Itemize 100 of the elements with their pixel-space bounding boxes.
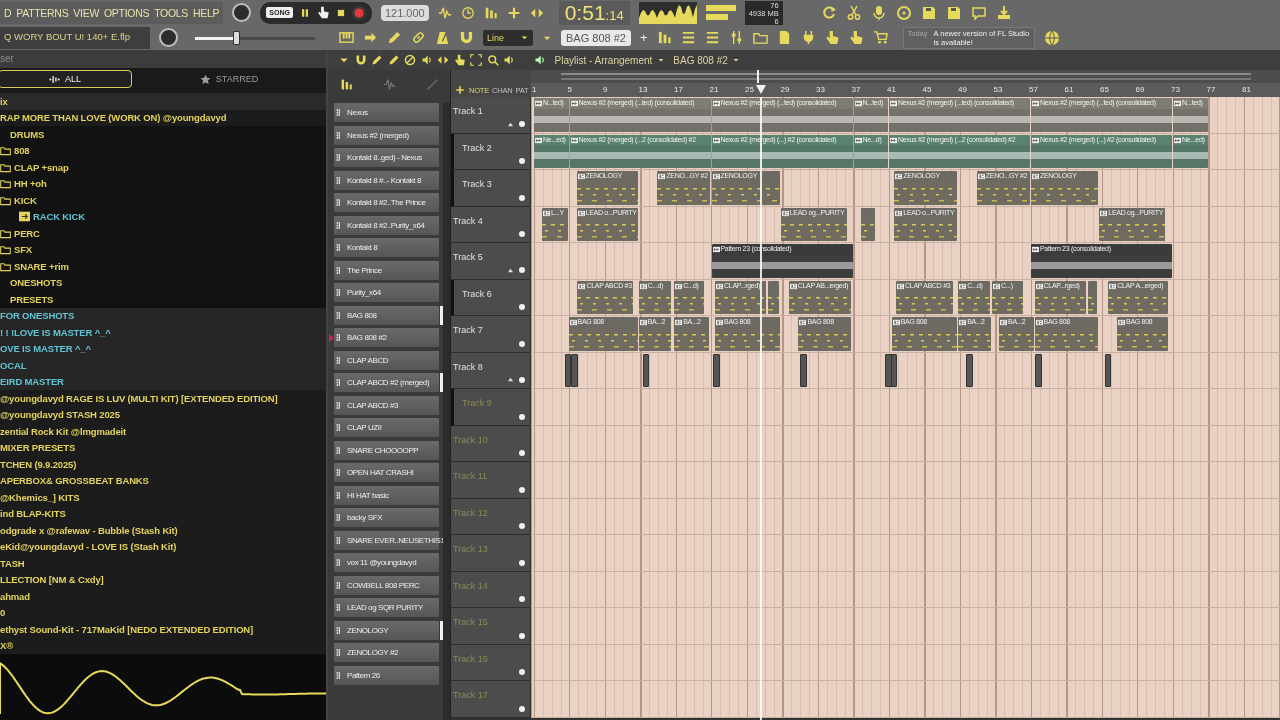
browser-item[interactable]: @Khemics_] KITS bbox=[0, 491, 80, 503]
bar-number: 41 bbox=[887, 85, 896, 94]
browser-item[interactable]: FOR ONESHOTS bbox=[0, 310, 75, 322]
browser-item[interactable]: KICK bbox=[14, 194, 37, 206]
browser-tab[interactable]: STARRED bbox=[132, 70, 326, 88]
browser-item[interactable]: TCHEN (9.9.2025) bbox=[0, 458, 77, 470]
pattern-name[interactable]: BAG 808 #2 bbox=[673, 54, 728, 66]
browser-item[interactable]: ethyst Sound-Kit - 717MaKid [NEDO EXTENDED EDITION] bbox=[0, 623, 254, 635]
channel-button[interactable]: Purity_x64 bbox=[334, 283, 439, 302]
bar-number: 21 bbox=[709, 85, 719, 94]
channel-button[interactable]: Kontakt 8 #2..The Prince bbox=[334, 193, 439, 212]
channel-button[interactable]: vox 11 @youngdavyd bbox=[334, 553, 439, 572]
menu-item[interactable]: OPTIONS bbox=[104, 6, 150, 19]
bar-number: 17 bbox=[674, 85, 683, 94]
track-header[interactable]: Track 6 bbox=[451, 279, 531, 316]
channel-button[interactable]: Kontakt 8..ged) - Nexus bbox=[334, 148, 439, 167]
browser-item[interactable]: OVE IS MASTER ^_^ bbox=[0, 343, 91, 355]
track-header[interactable]: Track 3 bbox=[451, 170, 531, 207]
track-header[interactable]: Track 2 bbox=[451, 133, 531, 170]
timeline-ruler[interactable]: 1 5 9 13 17 21 25 29 33 37 41 45 49 53 57 61 65 69 73 77 81 bbox=[531, 83, 1280, 97]
bar-number: 13 bbox=[638, 85, 648, 94]
browser-item[interactable]: MIXER PRESETS bbox=[0, 442, 76, 454]
browser-item[interactable]: ONESHOTS bbox=[10, 277, 63, 289]
channel-button[interactable]: HI HAT basic bbox=[334, 485, 439, 505]
track-header[interactable]: Track 7 bbox=[451, 316, 531, 353]
track-name: Track 17 bbox=[453, 690, 488, 700]
channel-button[interactable]: CLAP UZI! bbox=[334, 418, 439, 437]
bar-number: 37 bbox=[851, 85, 861, 94]
browser-item[interactable]: ahmad bbox=[0, 590, 30, 602]
channel-button[interactable]: BAG 808 bbox=[334, 305, 439, 325]
channel-button[interactable]: ZENOLOGY bbox=[334, 620, 439, 640]
browser-item[interactable]: odgrade x @rafewav - Bubble (Stash Kit) bbox=[0, 524, 178, 536]
track-name: Track 12 bbox=[453, 507, 488, 518]
channel-button[interactable]: Nexus bbox=[334, 103, 439, 122]
menu-item[interactable]: D bbox=[4, 6, 12, 19]
browser-item[interactable]: PERC bbox=[14, 227, 40, 239]
browser-item[interactable]: OCAL bbox=[0, 359, 27, 371]
snap-value: Line bbox=[487, 32, 504, 43]
browser-item[interactable]: RACK KICK bbox=[33, 211, 85, 223]
browser-item[interactable]: DRUMS bbox=[10, 128, 45, 140]
track-name: Track 3 bbox=[462, 179, 492, 189]
browser-item[interactable]: RAP MORE THAN LOVE (WORK ON) @youngdavyd bbox=[0, 112, 227, 124]
channel-button[interactable]: SNARE CHOOOOPP bbox=[334, 440, 439, 460]
bar-number: 45 bbox=[922, 85, 932, 94]
browser-item[interactable]: CLAP +snap bbox=[14, 161, 69, 173]
browser-item[interactable]: 808 bbox=[14, 145, 30, 157]
channel-button[interactable]: Kontakt 8 #..- Kontakt 8 bbox=[334, 170, 439, 190]
channel-button[interactable]: ZENOLOGY #2 bbox=[334, 643, 439, 662]
bar-number: 29 bbox=[780, 85, 790, 94]
track-header[interactable]: Track 4 bbox=[451, 206, 531, 243]
browser-item[interactable]: SFX bbox=[14, 244, 33, 256]
browser-item[interactable]: 0 bbox=[0, 607, 6, 619]
track-header[interactable]: Track 5 bbox=[451, 243, 531, 280]
bar-number: 65 bbox=[1100, 85, 1109, 94]
track-name: Track 10 bbox=[453, 434, 488, 445]
channel-button[interactable]: LEAD og SQR PURITY bbox=[334, 598, 439, 617]
menu-item[interactable]: VIEW bbox=[73, 6, 99, 19]
track-name: Track 14 bbox=[453, 580, 488, 591]
browser-item[interactable]: PRESETS bbox=[10, 293, 54, 305]
project-name-field[interactable]: Q WORY BOUT U! 140+ E.flp bbox=[0, 26, 150, 49]
channel-button[interactable]: BAG 808 #2 bbox=[334, 328, 439, 347]
browser-item[interactable]: LLECTION [NM & Cxdy] bbox=[0, 574, 104, 586]
browser-item[interactable]: SNARE +rim bbox=[14, 260, 69, 272]
pattern-selector[interactable]: BAG 808 #2 bbox=[561, 29, 631, 46]
browser-item[interactable]: APERBOX& GROSSBEAT BANKS bbox=[0, 475, 149, 487]
bar-number: 1 bbox=[532, 85, 537, 94]
browser-item[interactable]: EIRD MASTER bbox=[0, 376, 64, 388]
channel-button[interactable]: CLAP ABCD bbox=[334, 350, 439, 370]
snap-dropdown[interactable]: Line bbox=[483, 29, 533, 46]
browser-item[interactable]: X® bbox=[0, 640, 14, 652]
channel-button[interactable]: Kontakt 8 bbox=[334, 238, 439, 257]
browser-tab[interactable]: ALL bbox=[0, 70, 132, 88]
tempo-field[interactable]: 121.000 bbox=[380, 4, 429, 21]
channel-button[interactable]: Kontakt 8 #2..Purity_x64 bbox=[334, 215, 439, 235]
track-header[interactable]: Track 8 bbox=[451, 352, 531, 389]
browser-item[interactable]: TASH bbox=[0, 557, 25, 569]
browser-item[interactable]: ind BLAP-KITS bbox=[0, 508, 66, 520]
channel-button[interactable]: The Prince bbox=[334, 260, 439, 280]
browser-item[interactable]: @youngdavyd RAGE IS LUV (MULTI KIT) [EXTENDED EDITION] bbox=[0, 392, 278, 404]
channel-button[interactable]: Pattern 26 bbox=[334, 665, 439, 685]
bar-number: 57 bbox=[1029, 85, 1038, 94]
channel-button[interactable]: CLAP ABCD #3 bbox=[334, 395, 439, 415]
track-name: Track 4 bbox=[453, 215, 483, 226]
browser-item[interactable]: zential Rock Kit @lmgmadeit bbox=[0, 425, 127, 437]
channel-button[interactable]: backy SFX bbox=[334, 508, 439, 527]
menu-item[interactable]: HELP bbox=[193, 6, 220, 19]
bar-number: 61 bbox=[1064, 85, 1074, 94]
menu-item[interactable]: TOOLS bbox=[154, 6, 189, 19]
track-header[interactable]: Track 1 bbox=[451, 97, 531, 134]
browser-item[interactable]: eKid@youngdavyd - LOVE IS (Stash Kit) bbox=[0, 541, 177, 553]
bar-number: 81 bbox=[1242, 85, 1251, 94]
browser-item[interactable]: HH +oh bbox=[14, 178, 47, 190]
channel-button[interactable]: OPEN HAT CRASH! bbox=[334, 463, 439, 482]
channel-button[interactable]: CLAP ABCD #2 (merged) bbox=[334, 373, 439, 392]
channel-button[interactable]: Nexus #2 (merged) bbox=[334, 125, 439, 145]
channel-button[interactable]: COWBELL 808 PERC bbox=[334, 575, 439, 595]
browser-item[interactable]: @youngdavyd STASH 2025 bbox=[0, 409, 120, 421]
browser-item[interactable]: ix bbox=[0, 95, 8, 107]
add-pattern-button[interactable]: + bbox=[639, 30, 648, 45]
menu-item[interactable]: PATTERNS bbox=[16, 6, 69, 19]
